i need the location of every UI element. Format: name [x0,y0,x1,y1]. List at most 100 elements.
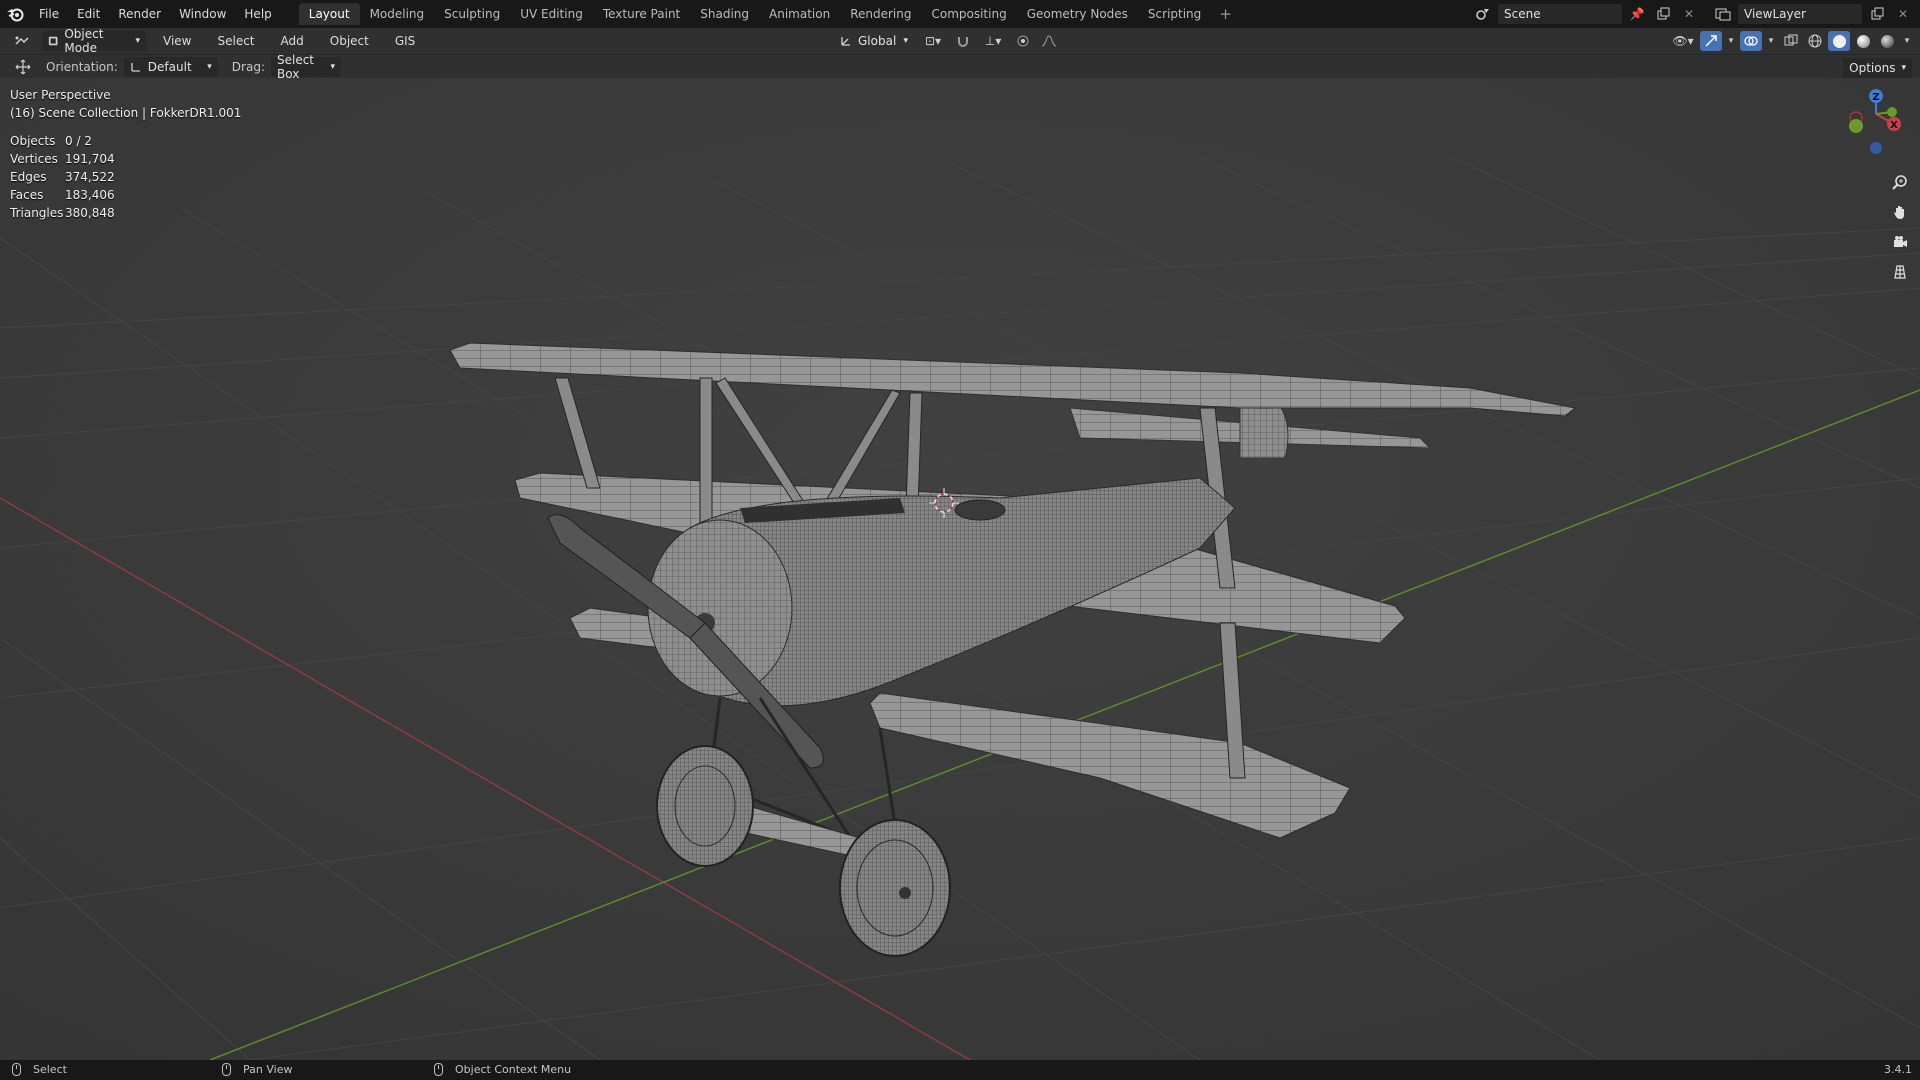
zoom-icon[interactable] [1888,170,1912,194]
left-wheel [656,745,754,867]
menu-gis[interactable]: GIS [386,34,424,48]
add-workspace-icon[interactable]: + [1211,5,1240,23]
viewport-info: User Perspective (16) Scene Collection |… [10,86,241,122]
chevron-down-icon: ▾ [330,61,335,72]
close-scene-icon[interactable]: ✕ [1678,4,1700,24]
xray-toggle-icon[interactable] [1780,31,1802,51]
transform-orientation-dropdown[interactable]: Global ▾ [834,31,914,51]
transform-tool-icon[interactable] [12,57,34,77]
menu-window[interactable]: Window [170,0,235,28]
viewport-scene [0,78,1920,1060]
falloff-icon[interactable] [1038,31,1060,51]
main-menu: File Edit Render Window Help [30,0,281,28]
chevron-down-icon: ▾ [903,36,908,46]
close-view-layer-icon[interactable]: ✕ [1892,4,1914,24]
gizmo-dropdown-icon[interactable]: ▾ [1724,31,1738,51]
3d-viewport[interactable]: User Perspective (16) Scene Collection |… [0,78,1920,1060]
chevron-down-icon: ▾ [1901,63,1906,73]
pan-hand-icon[interactable] [1888,200,1912,224]
scene-name: Scene [1504,7,1541,21]
menu-help[interactable]: Help [235,0,280,28]
gizmo-x-label: X [1890,120,1898,131]
status-select: Select [12,1063,67,1076]
camera-view-icon[interactable] [1888,230,1912,254]
view-layer-name: ViewLayer [1744,7,1806,21]
options-label: Options [1849,61,1896,75]
tab-sculpting[interactable]: Sculpting [434,3,510,25]
status-pan-view: Pan View [222,1063,292,1076]
menu-view[interactable]: View [154,34,200,48]
menu-file[interactable]: File [30,0,68,28]
transform-tools: Global ▾ ⊡▾ ⊥▾ [834,31,1060,51]
orientation-dropdown[interactable]: Default ▾ [123,56,218,77]
tab-modeling[interactable]: Modeling [360,3,435,25]
material-shading-icon[interactable] [1852,31,1874,51]
scene-selectors: Scene 📌 ✕ ViewLayer ✕ [1472,0,1920,28]
view-name: User Perspective [10,88,111,102]
tab-uv-editing[interactable]: UV Editing [510,3,593,25]
gizmo-neg-y[interactable] [1849,119,1863,133]
tool-settings-bar: Orientation: Default ▾ Drag: Select Box … [0,53,1920,81]
new-scene-icon[interactable] [1652,4,1674,24]
viewport-header: Object Mode ▾ View Select Add Object GIS… [0,27,1920,55]
stat-vertices: Vertices 191,704 [10,152,115,166]
gizmo-z-label: Z [1872,92,1879,103]
scene-type-icon[interactable] [1472,4,1494,24]
shading-dropdown-icon[interactable]: ▾ [1900,31,1914,51]
stat-objects: Objects 0 / 2 [10,134,92,148]
overlay-toggle-icon[interactable] [1740,31,1762,51]
pin-icon[interactable]: 📌 [1626,4,1648,24]
top-menubar: File Edit Render Window Help Layout Mode… [0,0,1920,28]
chevron-down-icon: ▾ [135,36,140,46]
menu-object[interactable]: Object [321,34,378,48]
navigation-gizmo[interactable]: Z X [1838,86,1910,172]
snap-target-icon[interactable]: ⊥▾ [978,31,1008,51]
rendered-shading-icon[interactable] [1876,31,1898,51]
menu-render[interactable]: Render [109,0,170,28]
menu-select[interactable]: Select [208,34,263,48]
status-context-menu-label: Object Context Menu [455,1063,572,1076]
drag-dropdown[interactable]: Select Box ▾ [270,53,341,81]
overlay-dropdown-icon[interactable]: ▾ [1764,31,1778,51]
stat-triangles: Triangles 380,848 [10,206,115,220]
scene-name-field[interactable]: Scene [1498,4,1622,24]
snap-icon[interactable] [952,31,974,51]
pivot-point-icon[interactable]: ⊡▾ [918,31,948,51]
object-mode-icon [48,36,58,46]
tab-texture-paint[interactable]: Texture Paint [593,3,690,25]
gizmo-toggle-icon[interactable] [1700,31,1722,51]
perspective-toggle-icon[interactable] [1888,260,1912,284]
status-bar: Select Pan View Object Context Menu 3.4.… [0,1060,1920,1080]
editor-type-icon[interactable] [12,31,34,51]
tab-rendering[interactable]: Rendering [840,3,921,25]
tab-geometry-nodes[interactable]: Geometry Nodes [1017,3,1138,25]
status-context-menu: Object Context Menu [434,1063,571,1076]
solid-shading-icon[interactable] [1828,31,1850,51]
orientation-default-icon [131,62,140,72]
new-view-layer-icon[interactable] [1866,4,1888,24]
workspace-tabs: Layout Modeling Sculpting UV Editing Tex… [298,0,1240,28]
menu-add[interactable]: Add [272,34,313,48]
proportional-editing-icon[interactable] [1012,31,1034,51]
visibility-icon[interactable]: 👁▾ [1668,31,1698,51]
mode-dropdown[interactable]: Object Mode ▾ [42,27,146,55]
tab-animation[interactable]: Animation [759,3,840,25]
scene-statistics: Objects 0 / 2 Vertices 191,704 Edges 374,52… [10,132,115,222]
blender-logo-icon[interactable] [0,0,30,28]
drag-value: Select Box [276,52,315,81]
gizmo-y-axis[interactable] [1887,107,1897,117]
drag-label: Drag: [231,59,265,74]
mode-label: Object Mode [64,27,104,55]
tab-compositing[interactable]: Compositing [921,3,1016,25]
tab-shading[interactable]: Shading [690,3,759,25]
gizmo-neg-z[interactable] [1870,142,1882,154]
right-mouse-icon [434,1063,443,1076]
options-dropdown[interactable]: Options ▾ [1843,58,1912,78]
view-layer-field[interactable]: ViewLayer [1738,4,1862,24]
view-layer-icon[interactable] [1712,4,1734,24]
status-pan-view-label: Pan View [243,1063,293,1076]
menu-edit[interactable]: Edit [68,0,109,28]
tab-scripting[interactable]: Scripting [1138,3,1211,25]
wireframe-shading-icon[interactable] [1804,31,1826,51]
tab-layout[interactable]: Layout [298,3,360,25]
